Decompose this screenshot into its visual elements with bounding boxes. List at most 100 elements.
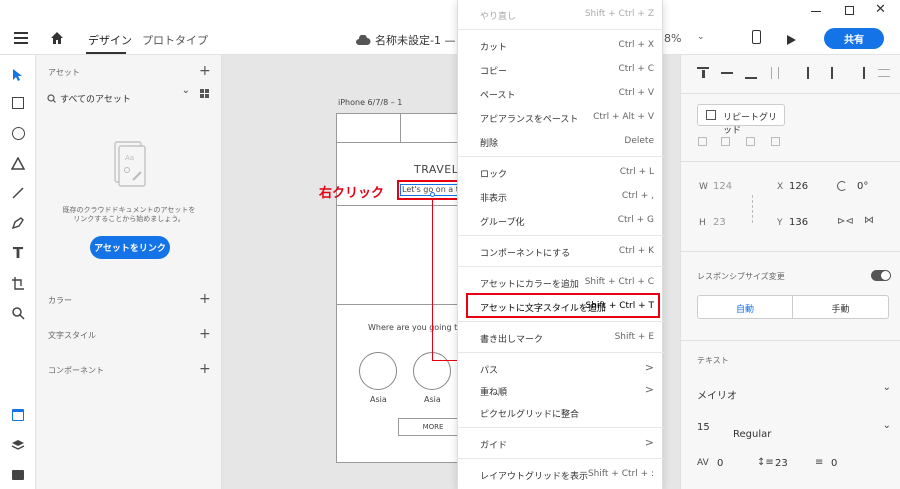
assets-header: アセット <box>48 68 80 77</box>
menu-item-delete[interactable]: 削除 Delete <box>458 130 664 152</box>
rotation-field[interactable]: 0° <box>857 181 868 192</box>
paragraph-spacing-icon: ≡ <box>815 457 824 468</box>
question-text[interactable]: Where are you going to <box>368 323 462 332</box>
grid-view-icon[interactable] <box>200 89 209 98</box>
menu-separator <box>458 29 664 30</box>
circle-label-2[interactable]: Asia <box>424 395 441 404</box>
add-component-plus-icon[interactable]: + <box>199 361 211 377</box>
divider <box>681 161 900 162</box>
close-icon[interactable]: ✕ <box>875 2 886 17</box>
repeat-grid-icon <box>706 110 716 120</box>
repeat-grid-button[interactable]: リピートグリッド <box>697 104 785 136</box>
layers-icon[interactable] <box>8 435 28 455</box>
add-color-plus-icon[interactable]: + <box>199 291 211 307</box>
artboard-icon[interactable] <box>8 273 28 293</box>
nav-box-1[interactable] <box>336 113 401 143</box>
target-highlight-box <box>397 180 465 200</box>
add-character-style-plus-icon[interactable]: + <box>199 326 211 342</box>
menu-item-cut[interactable]: カット Ctrl + X <box>458 34 664 56</box>
align-middle-icon[interactable] <box>721 72 733 74</box>
zoom-chevron-down-icon[interactable]: ⌄ <box>697 32 705 42</box>
minimize-icon[interactable] <box>811 11 821 12</box>
context-menu: やり直し Shift + Ctrl + Z カット Ctrl + X コピー Ctrl… <box>457 0 664 489</box>
artboard-name[interactable]: iPhone 6/7/8 – 1 <box>338 98 402 107</box>
hamburger-menu-icon[interactable] <box>14 32 28 44</box>
distribute-horizontal-icon[interactable] <box>878 69 890 77</box>
menu-item-paste-appearance[interactable]: アピアランスをペースト Ctrl + Alt + V <box>458 106 664 128</box>
device-preview-icon[interactable] <box>752 30 761 44</box>
flip-vertical-icon[interactable]: ⋈ <box>864 215 874 226</box>
menu-item-hide[interactable]: 非表示 Ctrl + , <box>458 185 664 207</box>
play-icon[interactable] <box>786 31 797 50</box>
menu-item-paste[interactable]: ペースト Ctrl + V <box>458 82 664 104</box>
maximize-icon[interactable] <box>845 6 854 15</box>
assets-panel-icon[interactable] <box>8 405 28 425</box>
ellipse-icon[interactable] <box>8 123 28 143</box>
tracking-field[interactable]: 0 <box>717 458 723 469</box>
section-colors: カラー <box>48 296 72 305</box>
menu-item-path[interactable]: パス > <box>458 357 664 379</box>
align-left-icon[interactable] <box>807 67 819 79</box>
share-button[interactable]: 共有 <box>824 28 884 49</box>
menu-item-add-color-to-assets[interactable]: アセットにカラーを追加 Shift + Ctrl + C <box>458 271 664 293</box>
paragraph-spacing-field[interactable]: 0 <box>831 458 837 469</box>
menu-item-make-component[interactable]: コンポーネントにする Ctrl + K <box>458 240 664 262</box>
select-arrow-icon[interactable] <box>8 65 28 85</box>
lock-aspect-icon[interactable] <box>752 195 753 223</box>
resize-auto-button[interactable]: 自動 <box>697 295 793 319</box>
menu-item-export-mark[interactable]: 書き出しマーク Shift + E <box>458 326 664 348</box>
section-components: コンポーネント <box>48 366 104 375</box>
align-center-icon[interactable] <box>831 67 833 79</box>
line-height-field[interactable]: 23 <box>775 458 788 469</box>
menu-item-arrange[interactable]: 重ね順 > <box>458 379 664 401</box>
boolean-add-icon <box>698 137 707 146</box>
tab-prototype[interactable]: プロトタイプ <box>142 32 208 48</box>
font-weight-select[interactable]: Regular ⌄ <box>733 420 891 440</box>
x-field[interactable]: 126 <box>789 181 808 192</box>
menu-item-redo[interactable]: やり直し Shift + Ctrl + Z <box>458 3 664 25</box>
menu-item-show-layout-grid[interactable]: レイアウトグリッドを表示 Shift + Ctrl + : <box>458 463 664 485</box>
circle-1[interactable] <box>359 352 397 390</box>
align-right-icon[interactable] <box>853 67 865 79</box>
zoom-icon[interactable] <box>8 303 28 323</box>
menu-item-guides[interactable]: ガイド > <box>458 432 664 454</box>
tab-design[interactable]: デザイン <box>88 32 132 48</box>
menu-item-copy[interactable]: コピー Ctrl + C <box>458 58 664 80</box>
text-tool-icon[interactable]: T <box>8 243 28 263</box>
height-label: H <box>699 218 706 228</box>
distribute-vertical-icon[interactable] <box>771 67 779 79</box>
circle-label-1[interactable]: Asia <box>370 395 387 404</box>
nav-box-2[interactable] <box>400 113 460 143</box>
asset-filter-value: すべてのアセット <box>60 95 131 105</box>
pen-icon[interactable] <box>8 213 28 233</box>
link-assets-button[interactable]: アセットをリンク <box>90 236 170 259</box>
travel-heading[interactable]: TRAVEL <box>414 163 458 176</box>
menu-separator <box>458 156 664 157</box>
right-click-annotation: 右クリック <box>319 186 385 201</box>
add-asset-plus-icon[interactable]: + <box>199 63 211 79</box>
polygon-icon[interactable] <box>8 153 28 173</box>
rectangle-icon[interactable] <box>8 93 28 113</box>
width-field[interactable]: 124 <box>713 181 732 192</box>
responsive-toggle[interactable] <box>871 270 891 281</box>
align-top-icon[interactable] <box>697 67 709 79</box>
zoom-level[interactable]: 8% <box>664 32 681 45</box>
line-icon[interactable] <box>8 183 28 203</box>
font-size-field[interactable]: 15 <box>697 422 710 433</box>
boolean-intersect-icon <box>746 137 755 146</box>
plugins-icon[interactable] <box>8 465 28 485</box>
menu-item-pixel-grid[interactable]: ピクセルグリッドに整合 <box>458 401 664 423</box>
height-field[interactable]: 23 <box>713 217 726 228</box>
asset-filter-select[interactable]: すべてのアセット ⌄ <box>60 85 190 105</box>
divider <box>681 93 900 94</box>
font-family-select[interactable]: メイリオ ⌄ <box>697 382 891 402</box>
align-bottom-icon[interactable] <box>745 67 757 79</box>
resize-manual-button[interactable]: 手動 <box>792 295 889 319</box>
y-field[interactable]: 136 <box>789 217 808 228</box>
home-icon[interactable] <box>50 30 64 49</box>
property-inspector: リピートグリッド W 124 X 126 0° H 23 Y 136 ⊳⊲ ⋈ … <box>680 55 900 489</box>
document-title: 名称未設定-1 — 保 <box>375 34 470 47</box>
menu-item-lock[interactable]: ロック Ctrl + L <box>458 161 664 183</box>
flip-horizontal-icon[interactable]: ⊳⊲ <box>837 216 854 227</box>
menu-item-group[interactable]: グループ化 Ctrl + G <box>458 209 664 231</box>
